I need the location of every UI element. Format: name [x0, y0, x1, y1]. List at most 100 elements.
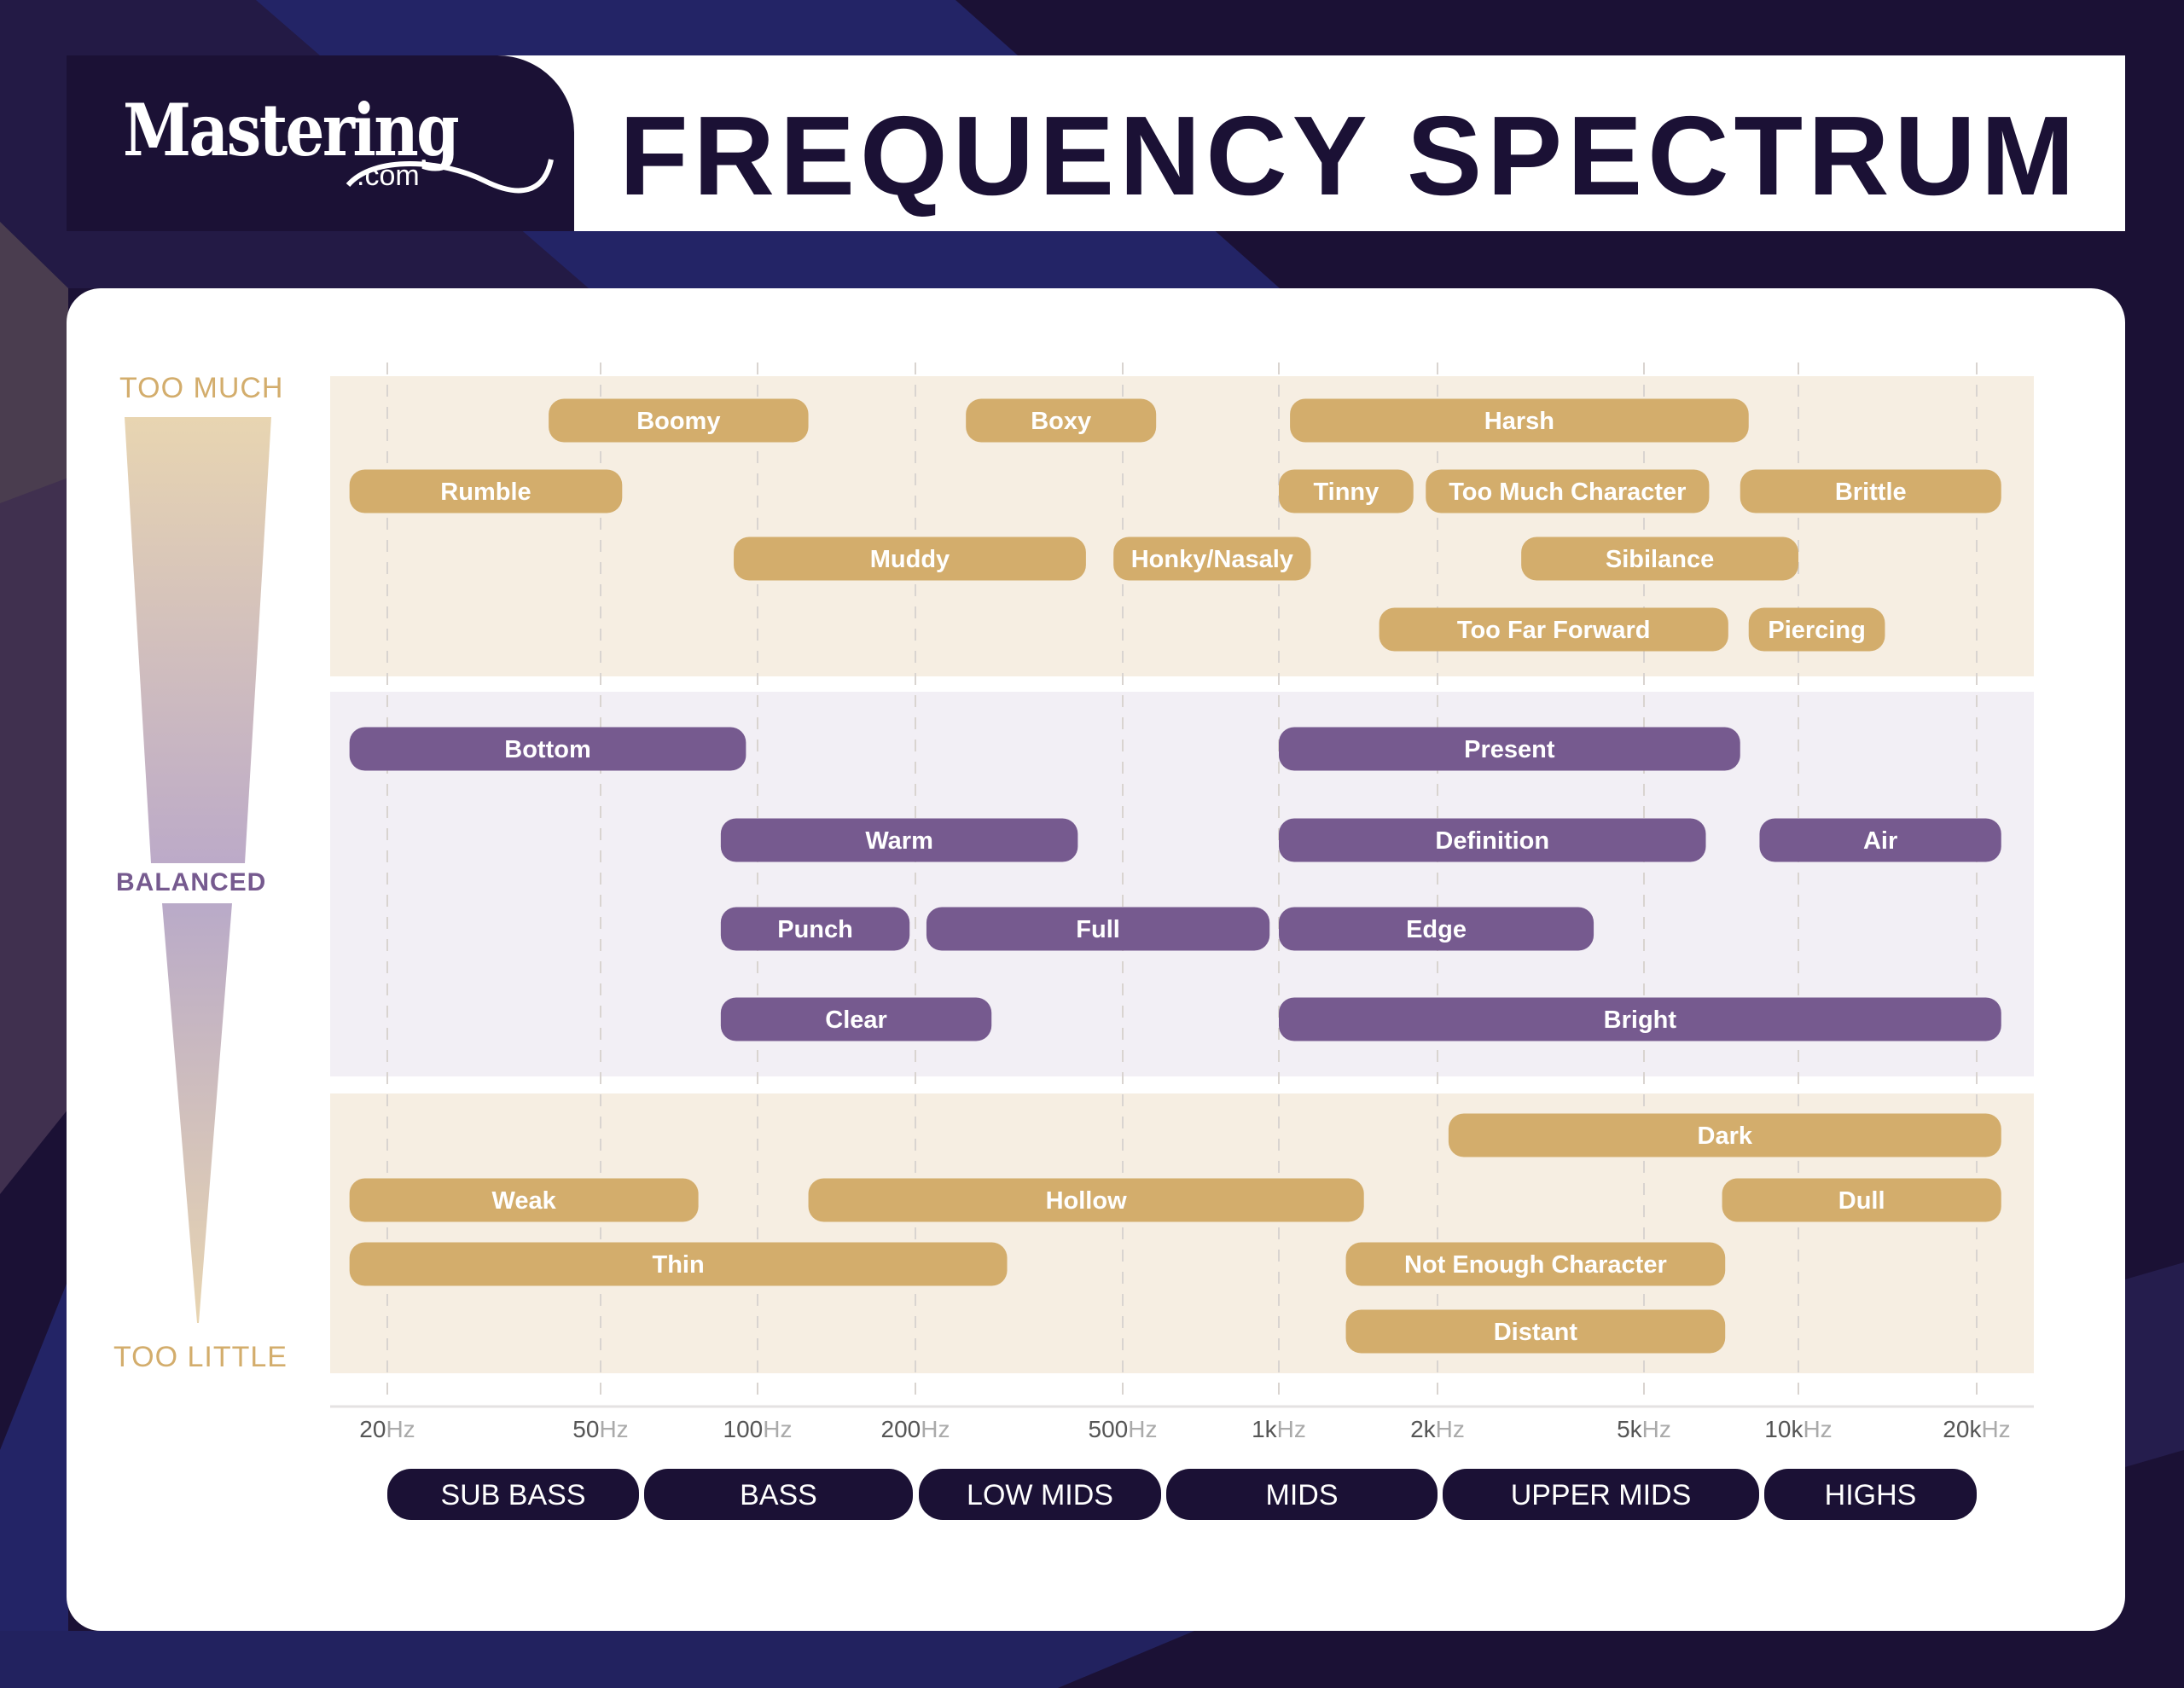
descriptor-pill: Hollow: [808, 1178, 1364, 1222]
pill-label: Sibilance: [1606, 546, 1714, 573]
frequency-chart: Boomy Boxy Harsh Rumble Tinny Too Much Charac…: [330, 363, 2034, 1520]
descriptor-pill: Distant: [1345, 1309, 1726, 1354]
tick-label: 2kHz: [1410, 1416, 1465, 1442]
pill-label: Boomy: [636, 408, 720, 435]
pill-label: Dull: [1838, 1187, 1885, 1215]
tick-value: 20k: [1943, 1416, 1982, 1442]
pill-label: Distant: [1494, 1319, 1578, 1346]
pill-label: Tinny: [1313, 479, 1379, 506]
tick-value: 2k: [1410, 1416, 1437, 1442]
descriptor-pill: Bottom: [349, 727, 746, 771]
range-badge-label: SUB BASS: [440, 1479, 585, 1511]
descriptor-pill: Definition: [1279, 818, 1706, 862]
descriptor-pill: Too Much Character: [1426, 469, 1710, 513]
tick-value: 100: [723, 1416, 764, 1442]
tick-value: 5k: [1617, 1416, 1643, 1442]
tick-unit: Hz: [1277, 1416, 1306, 1442]
tick-label: 200Hz: [881, 1416, 950, 1442]
pill-label: Rumble: [440, 479, 531, 506]
range-badge-label: UPPER MIDS: [1511, 1479, 1692, 1511]
descriptor-pill: Clear: [720, 997, 992, 1041]
range-badge-bass: BASS: [644, 1469, 913, 1520]
tick-unit: Hz: [763, 1416, 792, 1442]
pill-label: Air: [1863, 827, 1897, 855]
descriptor-pill: Dark: [1448, 1113, 2001, 1157]
pill-label: Not Enough Character: [1404, 1251, 1667, 1279]
descriptor-pill: Full: [926, 907, 1270, 951]
descriptor-pill: Harsh: [1290, 398, 1749, 443]
tick-label: 1kHz: [1252, 1416, 1306, 1442]
descriptor-pill: Air: [1759, 818, 2001, 862]
tick-unit: Hz: [1981, 1416, 2010, 1442]
range-badge-upper-mids: UPPER MIDS: [1443, 1469, 1759, 1520]
tick-unit: Hz: [1642, 1416, 1671, 1442]
tick-unit: Hz: [1128, 1416, 1157, 1442]
descriptor-pill: Boomy: [549, 398, 809, 443]
tick-value: 20: [359, 1416, 386, 1442]
tick-unit: Hz: [1803, 1416, 1832, 1442]
tick-value: 1k: [1252, 1416, 1278, 1442]
range-badge-label: LOW MIDS: [967, 1479, 1113, 1511]
tick-unit: Hz: [921, 1416, 950, 1442]
descriptor-pill: Piercing: [1748, 607, 1885, 652]
pill-label: Piercing: [1768, 617, 1865, 644]
tick-unit: Hz: [386, 1416, 415, 1442]
descriptor-pill: Boxy: [966, 398, 1157, 443]
pill-label: Dark: [1698, 1122, 1753, 1150]
descriptor-pill: Weak: [349, 1178, 699, 1222]
tick-value: 10k: [1764, 1416, 1804, 1442]
pill-label: Full: [1076, 916, 1120, 943]
pill-label: Harsh: [1484, 408, 1554, 435]
tick-value: 500: [1089, 1416, 1129, 1442]
tick-value: 200: [881, 1416, 921, 1442]
descriptor-pill: Edge: [1279, 907, 1594, 951]
pill-label: Clear: [825, 1006, 887, 1034]
pill-label: Bottom: [504, 736, 590, 763]
descriptor-pill: Muddy: [734, 537, 1086, 581]
tick-label: 100Hz: [723, 1416, 793, 1442]
descriptor-pill: Punch: [720, 907, 910, 951]
descriptor-pill: Not Enough Character: [1345, 1242, 1726, 1286]
pill-label: Thin: [652, 1251, 704, 1279]
pill-label: Warm: [865, 827, 933, 855]
descriptor-pill: Sibilance: [1521, 537, 1798, 581]
tick-unit: Hz: [599, 1416, 628, 1442]
tick-label: 10kHz: [1764, 1416, 1832, 1442]
pill-label: Muddy: [870, 546, 950, 573]
descriptor-pill: Warm: [720, 818, 1078, 862]
descriptor-pill: Dull: [1722, 1178, 2001, 1222]
pill-label: Definition: [1435, 827, 1549, 855]
tick-unit: Hz: [1436, 1416, 1465, 1442]
descriptor-pill: Brittle: [1740, 469, 2001, 513]
pill-label: Bright: [1604, 1006, 1677, 1034]
tick-label: 500Hz: [1089, 1416, 1158, 1442]
range-badge-mids: MIDS: [1166, 1469, 1438, 1520]
range-badge-low-mids: LOW MIDS: [919, 1469, 1161, 1520]
descriptor-pill: Tinny: [1279, 469, 1414, 513]
descriptor-pill: Too Far Forward: [1379, 607, 1728, 652]
descriptor-pill: Present: [1279, 727, 1740, 771]
pill-label: Brittle: [1835, 479, 1907, 506]
descriptor-pill: Thin: [349, 1242, 1008, 1286]
range-badge-highs: HIGHS: [1764, 1469, 1977, 1520]
pill-label: Boxy: [1031, 408, 1091, 435]
pill-label: Too Far Forward: [1457, 617, 1651, 644]
descriptor-pill: Rumble: [349, 469, 623, 513]
tick-label: 20kHz: [1943, 1416, 2010, 1442]
pill-label: Punch: [777, 916, 853, 943]
descriptor-pill: Bright: [1279, 997, 2001, 1041]
range-badge-label: MIDS: [1266, 1479, 1339, 1511]
tick-label: 20Hz: [359, 1416, 415, 1442]
pill-label: Too Much Character: [1449, 479, 1686, 506]
range-badge-sub-bass: SUB BASS: [387, 1469, 639, 1520]
tick-value: 50: [572, 1416, 599, 1442]
pill-label: Edge: [1406, 916, 1467, 943]
descriptor-pill: Honky/Nasaly: [1113, 537, 1311, 581]
tick-label: 5kHz: [1617, 1416, 1671, 1442]
pill-label: Honky/Nasaly: [1131, 546, 1293, 573]
tick-label: 50Hz: [572, 1416, 628, 1442]
range-badge-label: BASS: [740, 1479, 817, 1511]
range-badge-label: HIGHS: [1825, 1479, 1917, 1511]
pill-label: Weak: [492, 1187, 557, 1215]
pill-label: Hollow: [1046, 1187, 1127, 1215]
